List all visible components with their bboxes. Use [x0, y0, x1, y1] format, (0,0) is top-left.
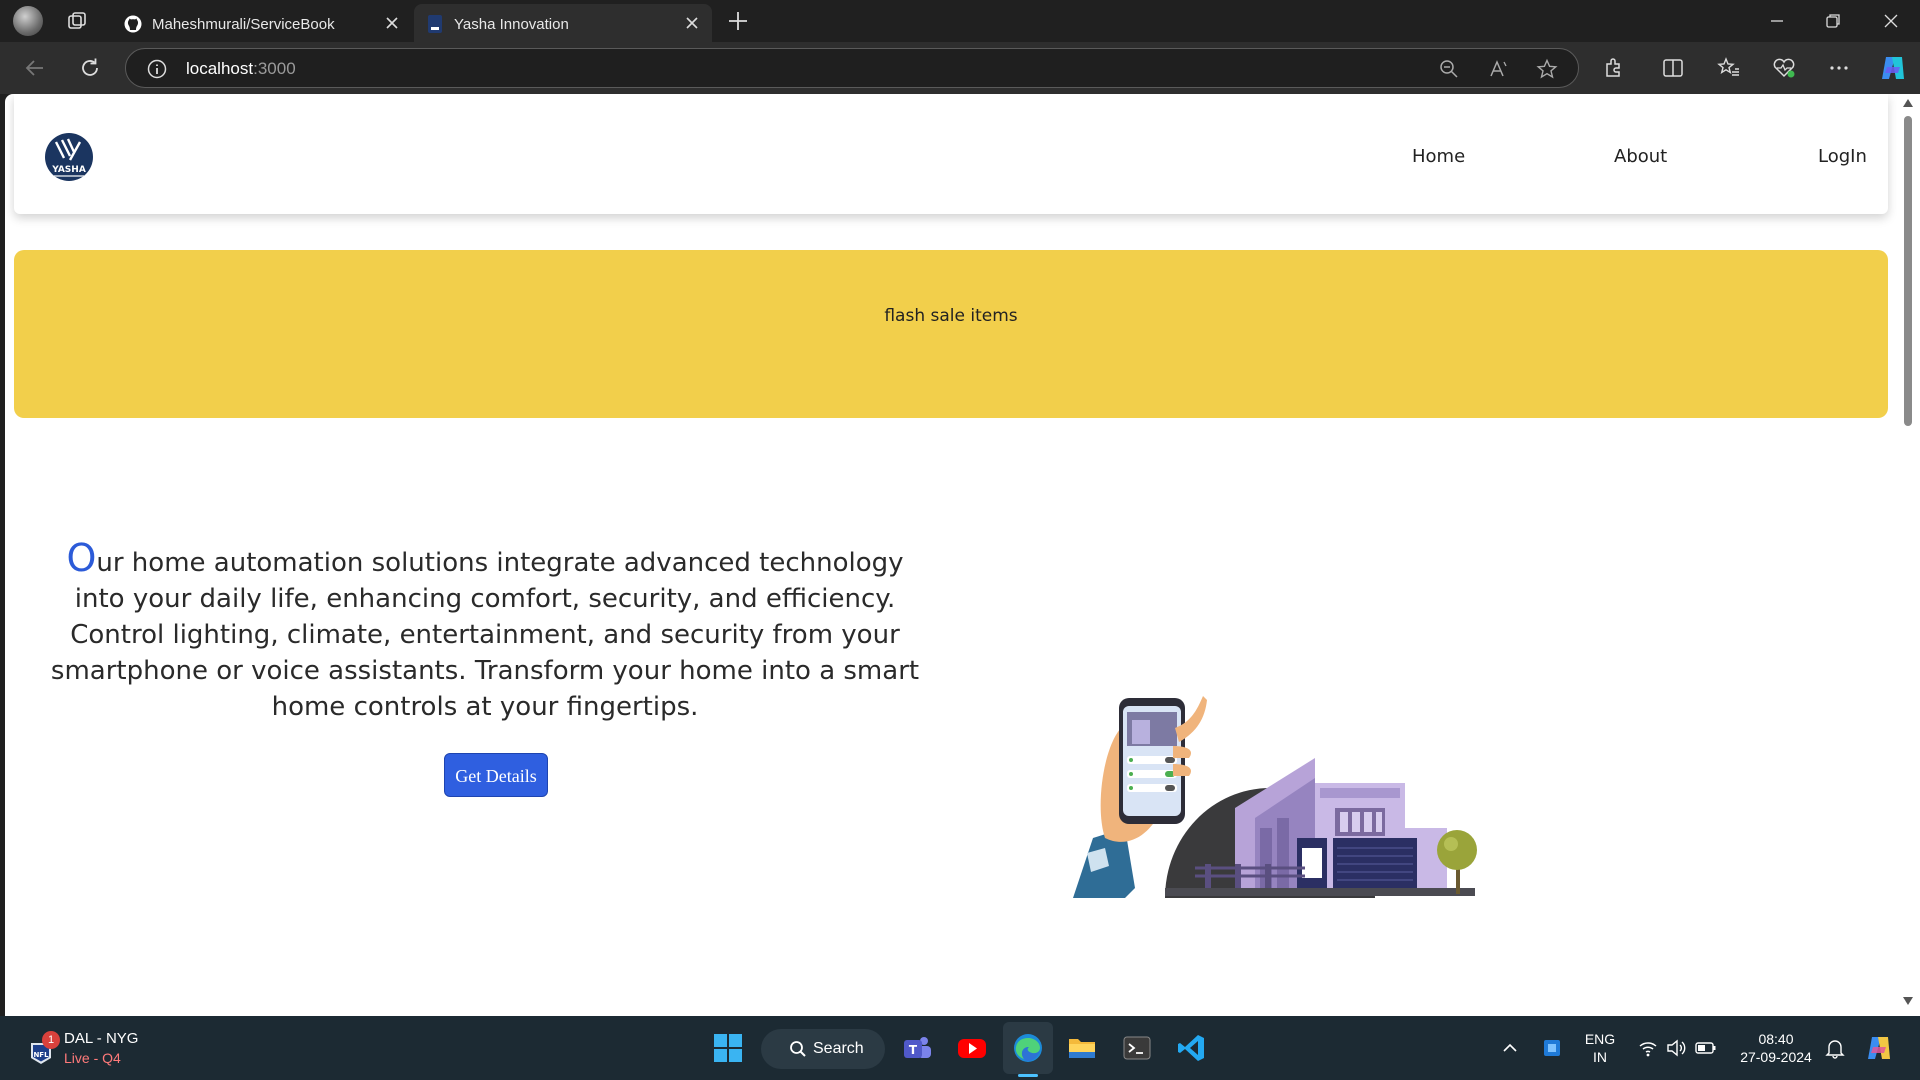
flash-sale-text: flash sale items [884, 306, 1018, 326]
windows-start-icon[interactable] [712, 1032, 744, 1064]
news-title: DAL - NYG [64, 1030, 139, 1047]
active-app-indicator [1018, 1074, 1038, 1077]
close-window-icon[interactable] [1880, 10, 1902, 32]
scroll-up-arrow-icon[interactable] [1903, 99, 1913, 107]
favorites-icon[interactable] [1716, 55, 1742, 81]
browser-tab-bar: Maheshmurali/ServiceBook Yasha Innovatio… [0, 0, 1920, 42]
youtube-icon[interactable] [956, 1032, 988, 1064]
github-icon [124, 15, 142, 33]
extensions-icon[interactable] [1601, 55, 1627, 81]
browser-essentials-icon[interactable] [1771, 55, 1797, 81]
edge-browser-icon[interactable] [1012, 1032, 1044, 1064]
browser-toolbar: localhost:3000 [0, 42, 1920, 94]
smart-home-illustration [1073, 696, 1477, 898]
url-port: :3000 [253, 59, 296, 78]
page-scrollbar[interactable] [1897, 94, 1920, 1016]
url-text[interactable]: localhost:3000 [186, 59, 296, 79]
read-aloud-icon[interactable] [1488, 58, 1510, 80]
clock-time: 08:40 [1758, 1031, 1794, 1047]
copilot-icon[interactable] [1878, 53, 1908, 83]
scroll-down-arrow-icon[interactable] [1903, 997, 1913, 1005]
close-tab-icon[interactable] [384, 15, 400, 31]
tab-title: Yasha Innovation [454, 16, 569, 33]
profile-avatar[interactable] [13, 6, 43, 36]
tab-title: Maheshmurali/ServiceBook [152, 16, 335, 33]
site-navbar: YASHA Home About LogIn [14, 94, 1888, 214]
notification-badge: 1 [42, 1031, 60, 1049]
language-line1: ENG [1584, 1031, 1616, 1047]
favorite-star-icon[interactable] [1536, 58, 1558, 80]
flash-sale-banner[interactable]: flash sale items [14, 250, 1888, 418]
news-widget[interactable]: NFL 1 DAL - NYG Live - Q4 [22, 1026, 142, 1070]
scrollbar-thumb[interactable] [1904, 116, 1912, 426]
language-line2: IN [1593, 1049, 1607, 1065]
file-explorer-icon[interactable] [1066, 1032, 1098, 1064]
workspaces-icon[interactable] [66, 10, 88, 32]
volume-icon[interactable] [1665, 1037, 1687, 1059]
minimize-icon[interactable] [1766, 10, 1788, 32]
more-options-icon[interactable] [1826, 55, 1852, 81]
nav-login-link[interactable]: LogIn [1818, 146, 1867, 167]
split-screen-icon[interactable] [1660, 55, 1686, 81]
search-icon [790, 1041, 806, 1057]
yasha-logo[interactable]: YASHA [44, 128, 94, 186]
page-viewport: YASHA Home About LogIn flash sale items … [5, 94, 1897, 1016]
wifi-icon[interactable] [1637, 1037, 1659, 1059]
get-details-button[interactable]: Get Details [444, 753, 548, 797]
hero-text-body: ur home automation solutions integrate a… [50, 548, 920, 722]
close-tab-icon[interactable] [684, 15, 700, 31]
site-favicon-icon [428, 15, 442, 33]
news-subtitle: Live - Q4 [64, 1050, 121, 1066]
address-bar[interactable]: localhost:3000 [125, 48, 1579, 88]
tab-servicebook[interactable]: Maheshmurali/ServiceBook [112, 4, 412, 42]
back-icon[interactable] [22, 55, 48, 81]
hero-drop-cap: O [66, 536, 97, 580]
clock-date: 27-09-2024 [1740, 1049, 1812, 1065]
url-host: localhost [186, 59, 254, 78]
battery-icon[interactable] [1694, 1037, 1718, 1059]
search-label: Search [813, 1040, 864, 1057]
windows-taskbar: NFL 1 DAL - NYG Live - Q4 Search T ENG I… [0, 1016, 1920, 1080]
svg-text:NFL: NFL [33, 1051, 49, 1059]
show-hidden-icons-icon[interactable] [1500, 1038, 1520, 1058]
site-info-icon[interactable] [146, 58, 168, 80]
refresh-icon[interactable] [77, 55, 103, 81]
tab-yasha-innovation[interactable]: Yasha Innovation [414, 4, 712, 42]
zoom-out-icon[interactable] [1438, 58, 1460, 80]
terminal-icon[interactable] [1121, 1032, 1153, 1064]
vscode-icon[interactable] [1175, 1032, 1207, 1064]
language-indicator[interactable]: ENG IN [1582, 1030, 1618, 1066]
taskbar-search[interactable]: Search [761, 1029, 885, 1069]
system-clock[interactable]: 08:40 27-09-2024 [1734, 1030, 1818, 1066]
nav-home-link[interactable]: Home [1412, 146, 1465, 167]
nav-about-link[interactable]: About [1614, 146, 1667, 167]
teams-icon[interactable]: T [901, 1032, 933, 1064]
restore-icon[interactable] [1822, 10, 1844, 32]
logo-text: YASHA [51, 165, 86, 175]
copilot-taskbar-icon[interactable] [1864, 1033, 1894, 1063]
new-tab-icon[interactable] [726, 9, 750, 33]
hero-description: Our home automation solutions integrate … [45, 539, 925, 725]
defender-tray-icon[interactable] [1541, 1037, 1563, 1059]
svg-text:T: T [909, 1043, 918, 1057]
notification-bell-icon[interactable] [1824, 1037, 1846, 1059]
